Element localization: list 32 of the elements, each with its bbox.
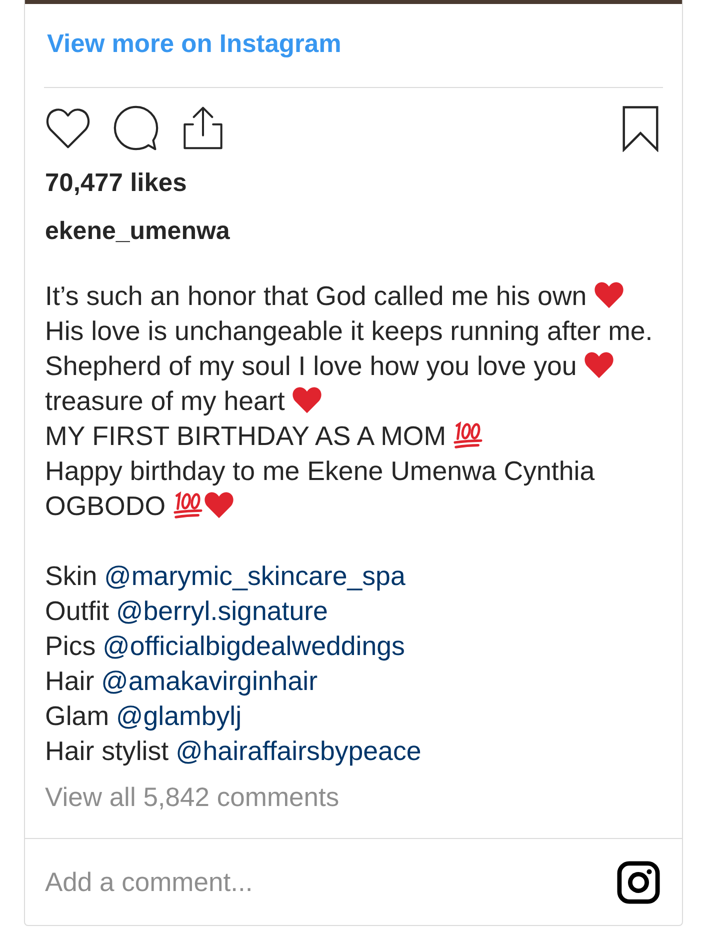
credit-label: Pics bbox=[45, 631, 96, 661]
credit-label: Hair bbox=[45, 666, 94, 696]
caption-text: OGBODO bbox=[45, 491, 166, 521]
heart-emoji-icon bbox=[204, 491, 234, 519]
likes-count: 70,477 likes bbox=[45, 168, 187, 198]
speech-bubble-icon[interactable] bbox=[113, 105, 159, 151]
camera-icon[interactable] bbox=[617, 860, 660, 904]
caption-text: His love is unchangeable it keeps running after me. bbox=[45, 316, 653, 346]
credit-label: Glam bbox=[45, 701, 110, 731]
caption-text: Shepherd of my soul I love how you love you bbox=[45, 351, 577, 381]
heart-emoji-icon bbox=[292, 386, 322, 414]
credit-label: Hair stylist bbox=[45, 736, 169, 766]
share-icon[interactable] bbox=[181, 105, 225, 151]
bookmark-icon[interactable] bbox=[622, 104, 659, 152]
caption-text: Happy birthday to me Ekene Umenwa Cynthia bbox=[45, 456, 595, 486]
credit-label: Skin bbox=[45, 561, 98, 591]
hundred-points-icon bbox=[453, 421, 484, 449]
mention-link[interactable]: @berryl.signature bbox=[116, 596, 328, 626]
credit-label: Outfit bbox=[45, 596, 110, 626]
mention-link[interactable]: @amakavirginhair bbox=[101, 666, 318, 696]
caption-text: treasure of my heart bbox=[45, 386, 285, 416]
comment-field[interactable]: Add a comment... bbox=[45, 864, 617, 900]
caption-text: MY FIRST BIRTHDAY AS A MOM bbox=[45, 421, 446, 451]
username-link[interactable]: ekene_umenwa bbox=[45, 216, 230, 246]
heart-emoji-icon bbox=[594, 281, 624, 309]
mention-link[interactable]: @officialbigdealweddings bbox=[102, 631, 405, 661]
heart-emoji-icon bbox=[584, 351, 614, 379]
mention-link[interactable]: @marymic_skincare_spa bbox=[104, 561, 406, 591]
caption-text: It’s such an honor that God called me his own bbox=[45, 281, 587, 311]
mention-link[interactable]: @hairaffairsbypeace bbox=[176, 736, 422, 766]
mention-link[interactable]: @glambylj bbox=[116, 701, 242, 731]
hundred-points-icon bbox=[172, 491, 203, 519]
